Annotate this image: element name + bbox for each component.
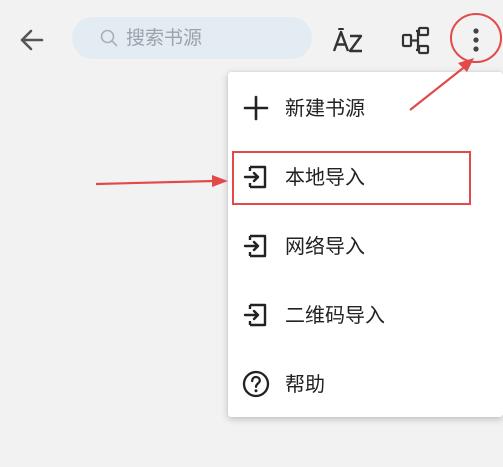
import-icon xyxy=(242,232,270,260)
annotation-arrow-head xyxy=(212,175,228,187)
annotation-arrow xyxy=(95,179,215,186)
overflow-menu: 新建书源 本地导入 网络导入 二维码导入 帮助 xyxy=(228,72,503,417)
menu-item-local-import[interactable]: 本地导入 xyxy=(228,143,503,212)
menu-item-help[interactable]: 帮助 xyxy=(228,350,503,419)
search-input[interactable]: 搜索书源 xyxy=(72,17,312,59)
group-button[interactable] xyxy=(394,20,438,60)
menu-item-label: 本地导入 xyxy=(285,165,365,189)
menu-item-network-import[interactable]: 网络导入 xyxy=(228,212,503,281)
menu-item-label: 新建书源 xyxy=(285,96,365,120)
sort-button[interactable] xyxy=(326,20,370,60)
import-icon xyxy=(242,301,270,329)
menu-item-label: 网络导入 xyxy=(285,234,365,258)
import-icon xyxy=(242,163,270,191)
plus-icon xyxy=(242,94,270,122)
back-button[interactable] xyxy=(14,22,50,58)
menu-item-qrcode-import[interactable]: 二维码导入 xyxy=(228,281,503,350)
menu-item-label: 二维码导入 xyxy=(285,303,385,327)
more-vert-icon xyxy=(473,28,479,52)
toolbar: 搜索书源 xyxy=(0,0,503,80)
sort-az-icon xyxy=(332,28,363,53)
help-circle-icon xyxy=(242,370,270,398)
arrow-left-icon xyxy=(20,29,44,51)
group-icon xyxy=(401,26,430,55)
search-placeholder: 搜索书源 xyxy=(126,27,203,49)
menu-item-new-source[interactable]: 新建书源 xyxy=(228,74,503,143)
search-icon xyxy=(100,29,118,47)
more-options-button[interactable] xyxy=(454,18,498,62)
menu-item-label: 帮助 xyxy=(285,372,325,396)
